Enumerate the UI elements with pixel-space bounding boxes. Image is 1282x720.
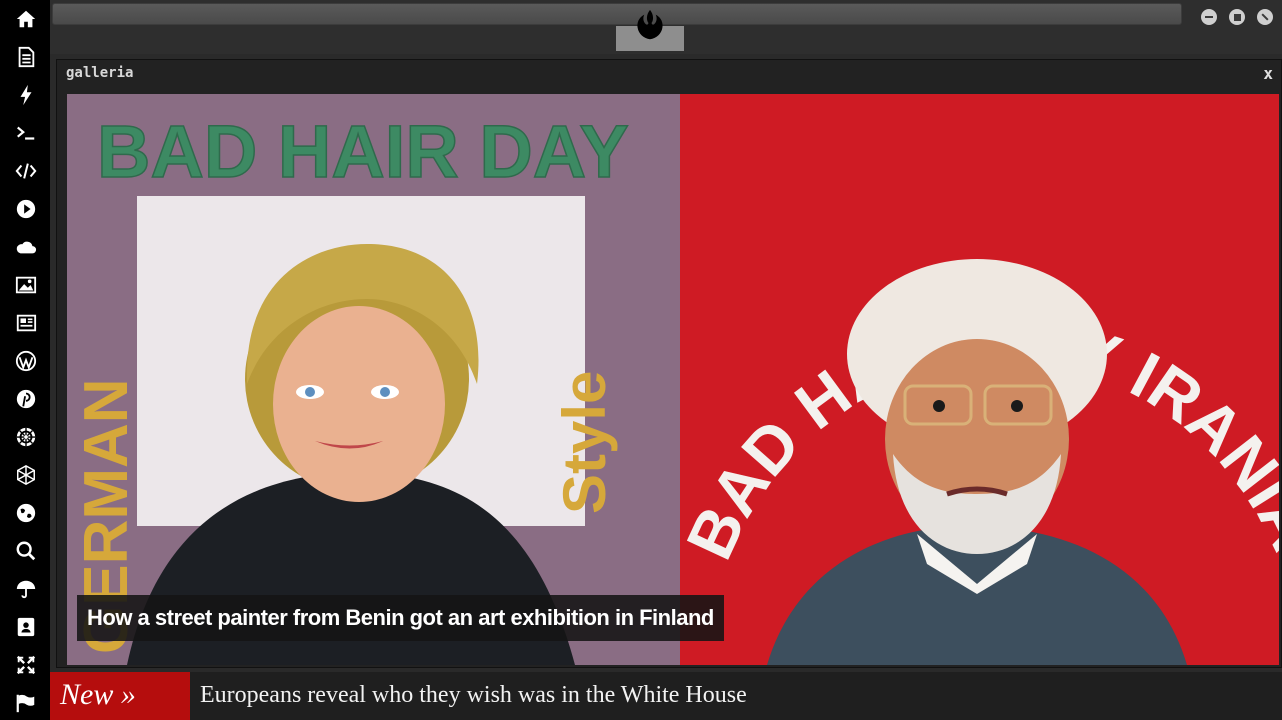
play-icon[interactable] xyxy=(13,196,39,222)
expand-icon[interactable] xyxy=(13,652,39,678)
address-bar[interactable] xyxy=(52,3,1182,25)
contact-card-icon[interactable] xyxy=(13,614,39,640)
minimize-button[interactable] xyxy=(1201,9,1217,25)
gallery-window: galleria x BAD HAIR DAY GERMAN Style BAD… xyxy=(56,59,1282,668)
code-icon[interactable] xyxy=(13,158,39,184)
pinterest-icon[interactable] xyxy=(13,386,39,412)
lightning-icon[interactable] xyxy=(13,82,39,108)
rebel-alliance-icon[interactable] xyxy=(631,6,669,46)
document-icon[interactable] xyxy=(13,44,39,70)
terminal-icon[interactable] xyxy=(13,120,39,146)
globe-icon[interactable] xyxy=(13,500,39,526)
gallery-title: galleria xyxy=(66,65,134,81)
gallery-image[interactable]: BAD HAIR DAY GERMAN Style BAD HAIR DAY I… xyxy=(67,94,1279,665)
sidebar xyxy=(0,0,50,720)
painting-side-text-right: Style xyxy=(551,371,618,514)
wordpress-icon[interactable] xyxy=(13,348,39,374)
painting-image: BAD HAIR DAY GERMAN Style BAD HAIR DAY I… xyxy=(67,94,1279,665)
maximize-button[interactable] xyxy=(1229,9,1245,25)
painting-headline-left: BAD HAIR DAY xyxy=(97,110,629,193)
search-icon[interactable] xyxy=(13,538,39,564)
top-bar xyxy=(50,0,1282,54)
empire-icon[interactable] xyxy=(13,424,39,450)
gallery-close-button[interactable]: x xyxy=(1263,64,1273,83)
gallery-caption[interactable]: How a street painter from Benin got an a… xyxy=(77,595,724,641)
umbrella-icon[interactable] xyxy=(13,576,39,602)
image-icon[interactable] xyxy=(13,272,39,298)
network-icon[interactable] xyxy=(13,462,39,488)
ticker-headline[interactable]: Europeans reveal who they wish was in th… xyxy=(200,672,747,720)
cloud-icon[interactable] xyxy=(13,234,39,260)
newspaper-icon[interactable] xyxy=(13,310,39,336)
close-button[interactable] xyxy=(1257,9,1273,25)
home-icon[interactable] xyxy=(13,6,39,32)
news-ticker: New » Europeans reveal who they wish was… xyxy=(50,672,1282,720)
new-badge[interactable]: New » xyxy=(50,672,190,720)
flag-icon[interactable] xyxy=(13,690,39,716)
